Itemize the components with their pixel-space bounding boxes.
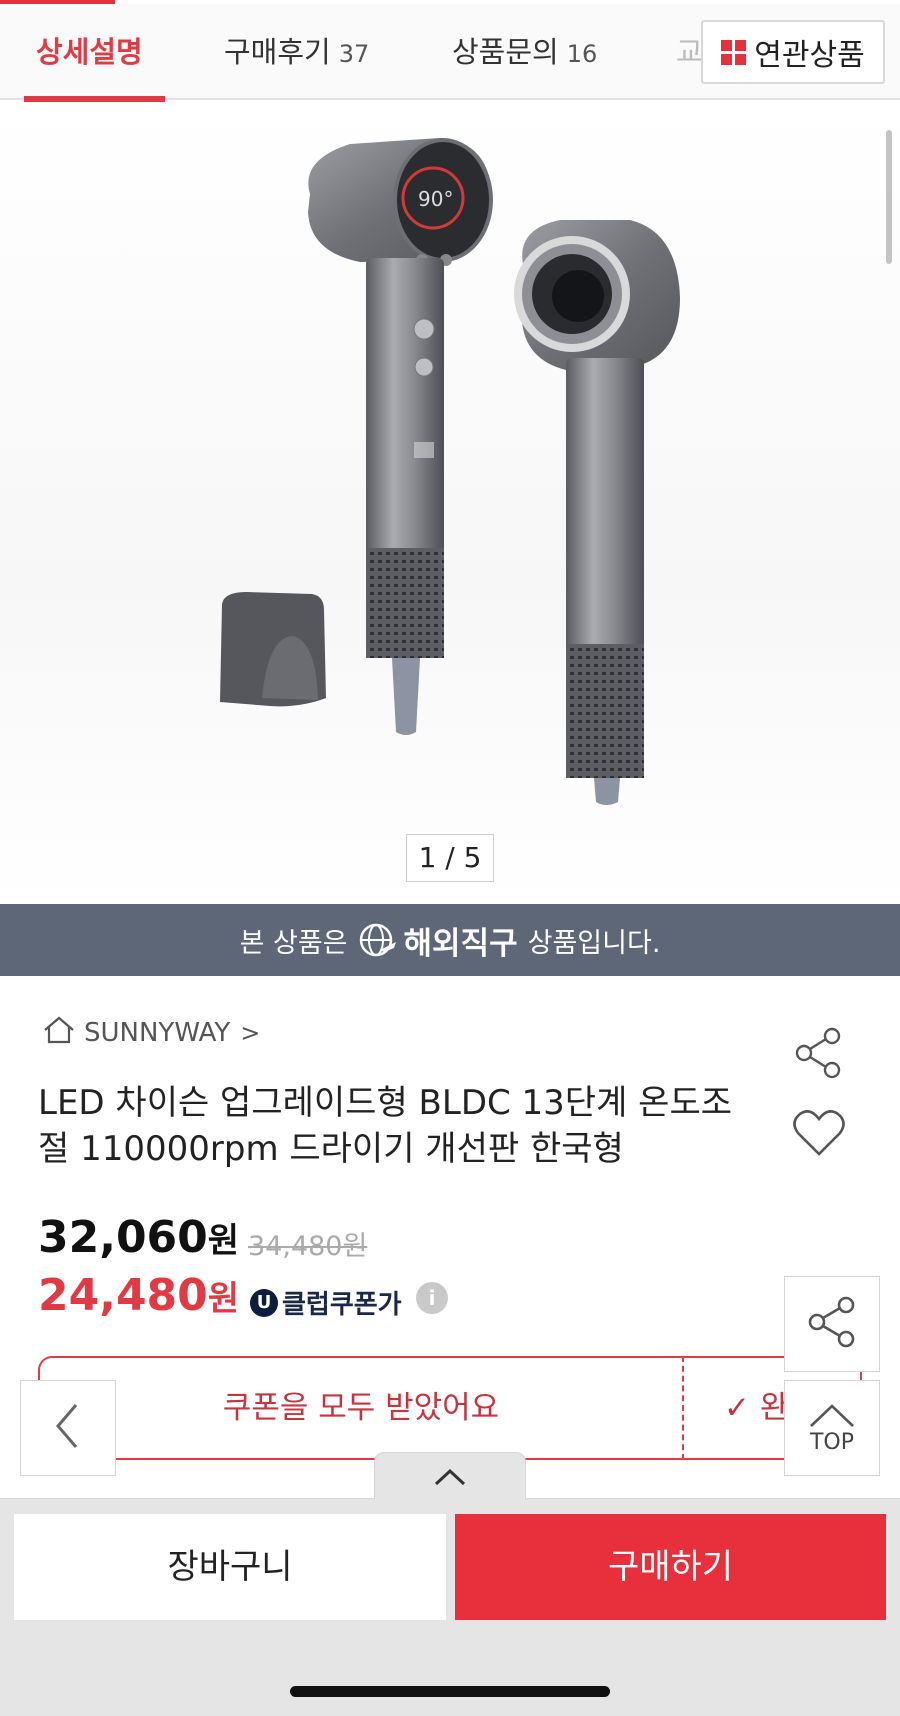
home-indicator — [290, 1686, 610, 1697]
sale-price-unit: 원 — [207, 1221, 240, 1261]
image-pager: 1 / 5 — [406, 834, 494, 882]
home-icon — [42, 1015, 76, 1052]
chevron-left-icon — [48, 1401, 88, 1455]
related-products-button[interactable]: 연관상품 — [701, 20, 885, 84]
club-coupon-badge: U 클럽쿠폰가 — [250, 1284, 402, 1321]
tab-qna[interactable]: 상품문의 16 — [452, 4, 597, 100]
coupon-all-received-button[interactable]: 쿠폰을 모두 받았어요 — [38, 1356, 682, 1460]
tab-reviews[interactable]: 구매후기 37 — [224, 4, 369, 100]
coupon-price-amount: 24,480 — [38, 1270, 208, 1321]
club-coupon-label: 클럽쿠폰가 — [282, 1290, 402, 1320]
svg-text:90°: 90° — [418, 187, 453, 211]
expand-panel-handle[interactable] — [374, 1452, 526, 1500]
coupon-price: 24,480원 — [38, 1270, 239, 1321]
chevron-up-icon — [434, 1468, 466, 1485]
tab-detail-label: 상세설명 — [36, 35, 143, 69]
share-icon[interactable] — [792, 1026, 846, 1080]
tab-qna-count: 16 — [566, 40, 598, 68]
scroll-top-label: TOP — [809, 1429, 855, 1455]
tab-partial[interactable]: 교 — [676, 4, 703, 100]
grid-icon — [721, 39, 747, 65]
product-image: 90° — [220, 138, 680, 805]
tab-detail[interactable]: 상세설명 — [36, 4, 143, 100]
scroll-top-button[interactable]: TOP — [784, 1380, 880, 1476]
tab-bar: 상세설명 구매후기 37 상품문의 16 교 연관상품 — [0, 4, 900, 102]
related-products-label: 연관상품 — [754, 38, 865, 73]
banner-highlight: 해외직구 — [403, 925, 518, 962]
floating-share-button[interactable] — [784, 1276, 880, 1372]
globe-plane-icon — [358, 920, 398, 960]
product-image-carousel[interactable]: 90° — [0, 102, 900, 904]
sale-price: 32,060원 — [38, 1212, 239, 1263]
scrollbar[interactable] — [886, 130, 892, 264]
back-button[interactable] — [20, 1380, 116, 1476]
club-u-icon: U — [250, 1288, 278, 1317]
store-name: SUNNYWAY — [84, 1018, 231, 1048]
buy-button[interactable]: 구매하기 — [455, 1514, 886, 1620]
tab-reviews-count: 37 — [338, 40, 370, 68]
store-link[interactable]: SUNNYWAY > — [42, 1016, 260, 1050]
share-icon — [804, 1294, 860, 1354]
chevron-right-icon: > — [240, 1019, 261, 1047]
coupon-price-unit: 원 — [207, 1279, 240, 1319]
overseas-banner: 본 상품은 해외직구 상품입니다. — [0, 904, 900, 976]
info-icon[interactable]: i — [416, 1282, 448, 1314]
product-title: LED 차이슨 업그레이드형 BLDC 13단계 온도조절 110000rpm … — [38, 1083, 733, 1169]
chevron-up-icon — [810, 1403, 854, 1427]
original-price: 34,480원 — [248, 1231, 368, 1262]
cart-button[interactable]: 장바구니 — [14, 1514, 446, 1620]
sale-price-amount: 32,060 — [38, 1212, 208, 1263]
banner-prefix: 본 상품은 — [239, 927, 348, 959]
heart-icon[interactable] — [792, 1108, 846, 1158]
tab-reviews-label: 구매후기 — [224, 35, 331, 69]
tab-qna-label: 상품문의 — [452, 35, 559, 69]
banner-suffix: 상품입니다. — [527, 927, 661, 959]
